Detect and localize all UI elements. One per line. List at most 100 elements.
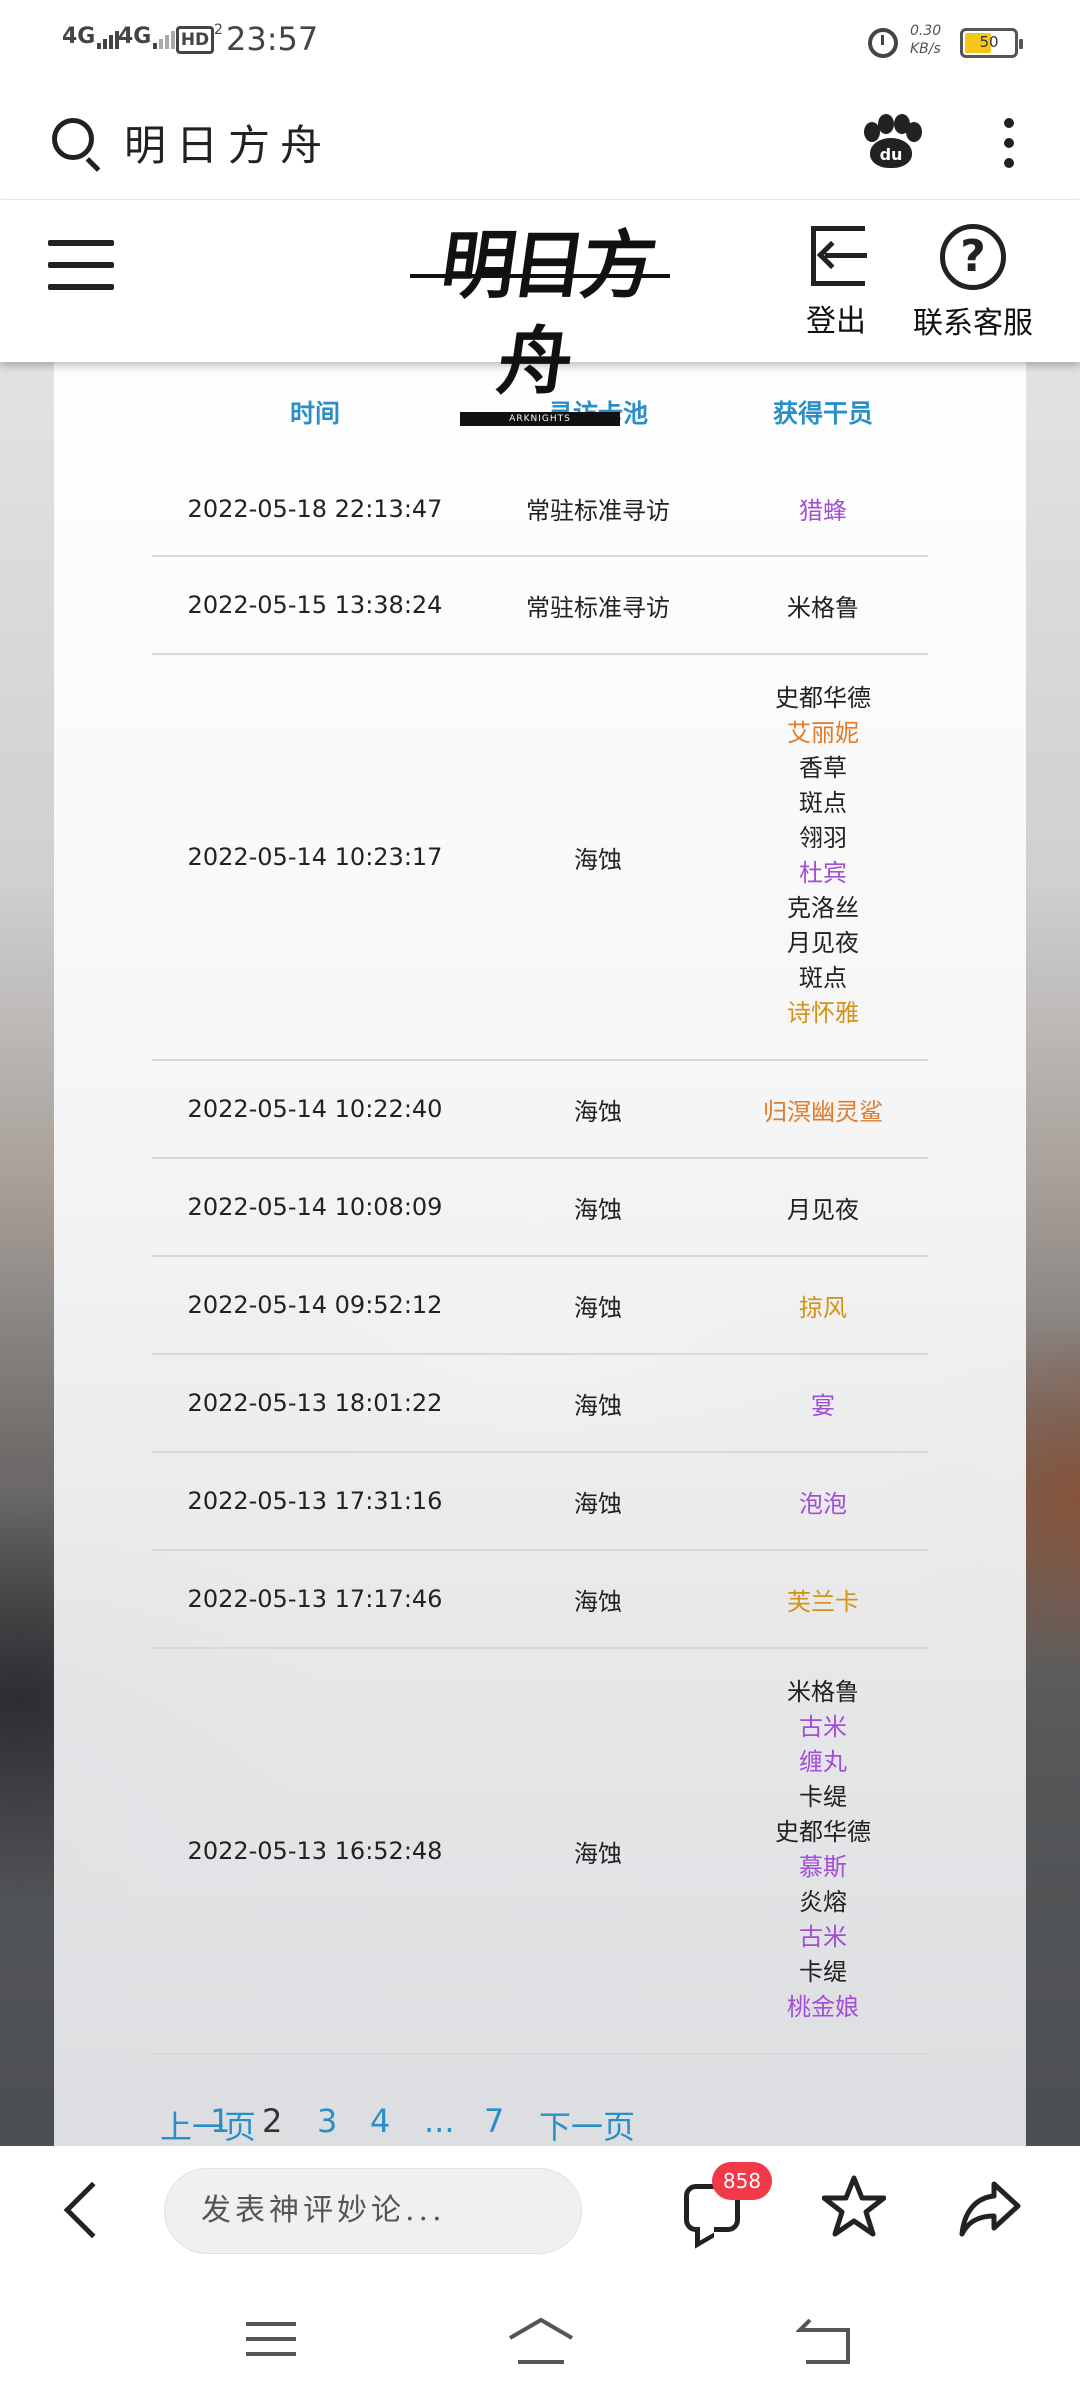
site-logo[interactable]: 明日方舟 ARKNIGHTS <box>410 218 670 426</box>
signal-1-label: 4G <box>62 24 96 49</box>
cell-time: 2022-05-14 10:22:40 <box>152 1060 478 1159</box>
operator-name: 史都华德 <box>775 1818 871 1846</box>
back-icon[interactable] <box>63 2181 121 2239</box>
comment-count-badge: 858 <box>712 2162 772 2200</box>
table-row: 2022-05-14 09:52:12 海蚀 掠风 <box>152 1256 928 1355</box>
operator-name: 杜宾 <box>799 859 847 887</box>
logout-icon <box>805 224 869 288</box>
cell-time: 2022-05-14 10:23:17 <box>152 654 478 1061</box>
comment-input[interactable]: 发表神评妙论... <box>164 2168 582 2254</box>
alarm-icon <box>868 28 898 58</box>
table-row: 2022-05-13 17:31:16 海蚀 泡泡 <box>152 1452 928 1551</box>
customer-support-button[interactable]: ? 联系客服 <box>906 224 1040 342</box>
page-ellipsis: ... <box>424 2102 455 2140</box>
operator-name: 慕斯 <box>799 1853 847 1881</box>
table-row: 2022-05-14 10:23:17 海蚀 史都华德 艾丽妮 香草 斑点 翎羽 杜宾 克洛丝月… <box>152 654 928 1061</box>
signal-2: 4G <box>118 24 177 49</box>
cell-pool: 海蚀 <box>478 1452 718 1551</box>
operator-name: 史都华德 <box>775 684 871 712</box>
gacha-records-table: 时间 寻访卡池 获得干员 2022-05-18 22:13:47常驻标准寻访猎蜂… <box>152 362 928 2055</box>
operator-name: 古米 <box>799 1713 847 1741</box>
logout-label: 登出 <box>806 304 866 339</box>
help-icon: ? <box>940 224 1006 290</box>
pagination: 上一页 1 2 3 4 ... 7 下一页 <box>54 2102 1026 2146</box>
cell-operators: 米格鲁 <box>718 556 928 655</box>
operator-name: 桃金娘 <box>787 1993 859 2021</box>
hamburger-menu-icon[interactable] <box>48 240 114 290</box>
logout-button[interactable]: 登出 <box>796 224 876 340</box>
cell-pool: 海蚀 <box>478 1060 718 1159</box>
operator-name: 古米 <box>799 1923 847 1951</box>
search-icon[interactable] <box>52 118 94 160</box>
cell-pool: 海蚀 <box>478 654 718 1061</box>
page-link-2-current: 2 <box>262 2102 283 2140</box>
table-row: 2022-05-14 10:08:09 海蚀 月见夜 <box>152 1158 928 1257</box>
browser-search-bar[interactable]: 明日方舟 du <box>0 82 1080 200</box>
cell-pool: 常驻标准寻访 <box>478 462 718 557</box>
cell-pool: 常驻标准寻访 <box>478 556 718 655</box>
header-operators: 获得干员 <box>772 399 873 428</box>
status-bar: 4G 4G HD 2 23:57 0.30 KB/s 50 <box>0 0 1080 82</box>
table-row: 2022-05-13 16:52:48 海蚀 米格鲁 古米 缠丸 卡缇 史都华德 慕斯 炎熔 古米… <box>152 1648 928 2055</box>
table-row: 2022-05-13 17:17:46 海蚀 芙兰卡 <box>152 1550 928 1649</box>
operator-name: 香草 <box>799 754 847 782</box>
battery-level: 50 <box>979 33 999 51</box>
signal-bars-icon <box>153 24 177 49</box>
system-nav-bar <box>0 2276 1080 2400</box>
logo-subtitle: ARKNIGHTS <box>460 412 620 426</box>
net-speed-value: 0.30 <box>910 23 942 39</box>
operator-name: 猎蜂 <box>799 497 847 525</box>
star-icon[interactable] <box>822 2174 886 2238</box>
operator-name: 归溟幽灵鲨 <box>763 1097 883 1126</box>
table-row: 2022-05-18 22:13:47 常驻标准寻访 猎蜂 <box>152 462 928 557</box>
next-page-link[interactable]: 下一页 <box>539 2102 635 2148</box>
recent-apps-icon[interactable] <box>246 2322 296 2367</box>
battery-icon: 50 <box>960 28 1023 58</box>
signal-2-label: 4G <box>118 24 152 49</box>
operator-name: 米格鲁 <box>787 593 859 622</box>
cell-pool: 海蚀 <box>478 1648 718 2055</box>
page-link-1[interactable]: 1 <box>210 2102 230 2140</box>
operator-name: 缠丸 <box>799 1748 847 1776</box>
cell-operators: 芙兰卡 <box>718 1550 928 1649</box>
operator-name: 炎熔 <box>799 1888 847 1916</box>
operator-name: 泡泡 <box>799 1489 847 1518</box>
share-icon[interactable] <box>958 2176 1022 2240</box>
prev-page-link[interactable]: 上一页 <box>160 2102 256 2148</box>
operator-name: 诗怀雅 <box>787 999 859 1027</box>
system-back-icon[interactable] <box>796 2316 852 2366</box>
cell-time: 2022-05-18 22:13:47 <box>152 462 478 557</box>
cell-operators: 泡泡 <box>718 1452 928 1551</box>
home-icon[interactable] <box>506 2316 576 2366</box>
cell-pool: 海蚀 <box>478 1256 718 1355</box>
operator-name: 掠风 <box>799 1293 847 1322</box>
table-row: 2022-05-13 18:01:22 海蚀 宴 <box>152 1354 928 1453</box>
operator-name: 斑点 <box>799 789 847 817</box>
logo-text: 明日方舟 <box>435 223 658 405</box>
cell-operators: 掠风 <box>718 1256 928 1355</box>
cell-operators: 月见夜 <box>718 1158 928 1257</box>
net-speed-unit: KB/s <box>910 41 941 57</box>
more-vertical-icon[interactable] <box>1004 118 1016 172</box>
operator-name: 翎羽 <box>799 824 847 852</box>
search-query[interactable]: 明日方舟 <box>124 112 332 173</box>
operator-name: 米格鲁 <box>787 1678 859 1706</box>
operator-name: 宴 <box>811 1391 835 1420</box>
cell-pool: 海蚀 <box>478 1354 718 1453</box>
operator-name: 月见夜 <box>787 929 859 957</box>
baidu-paw-icon[interactable]: du <box>862 114 922 170</box>
cell-pool: 海蚀 <box>478 1158 718 1257</box>
cell-operators: 归溟幽灵鲨 <box>718 1060 928 1159</box>
support-label: 联系客服 <box>913 306 1033 341</box>
operator-name: 斑点 <box>799 964 847 992</box>
operator-name: 艾丽妮 <box>787 719 859 747</box>
page-link-7[interactable]: 7 <box>484 2102 504 2140</box>
cell-time: 2022-05-13 17:17:46 <box>152 1550 478 1649</box>
page-link-3[interactable]: 3 <box>317 2102 337 2140</box>
cell-time: 2022-05-13 18:01:22 <box>152 1354 478 1453</box>
page-link-4[interactable]: 4 <box>370 2102 390 2140</box>
clock: 23:57 <box>226 20 319 58</box>
table-row: 2022-05-15 13:38:24 常驻标准寻访 米格鲁 <box>152 556 928 655</box>
operator-name: 芙兰卡 <box>787 1587 859 1616</box>
hd-sub: 2 <box>214 22 223 38</box>
